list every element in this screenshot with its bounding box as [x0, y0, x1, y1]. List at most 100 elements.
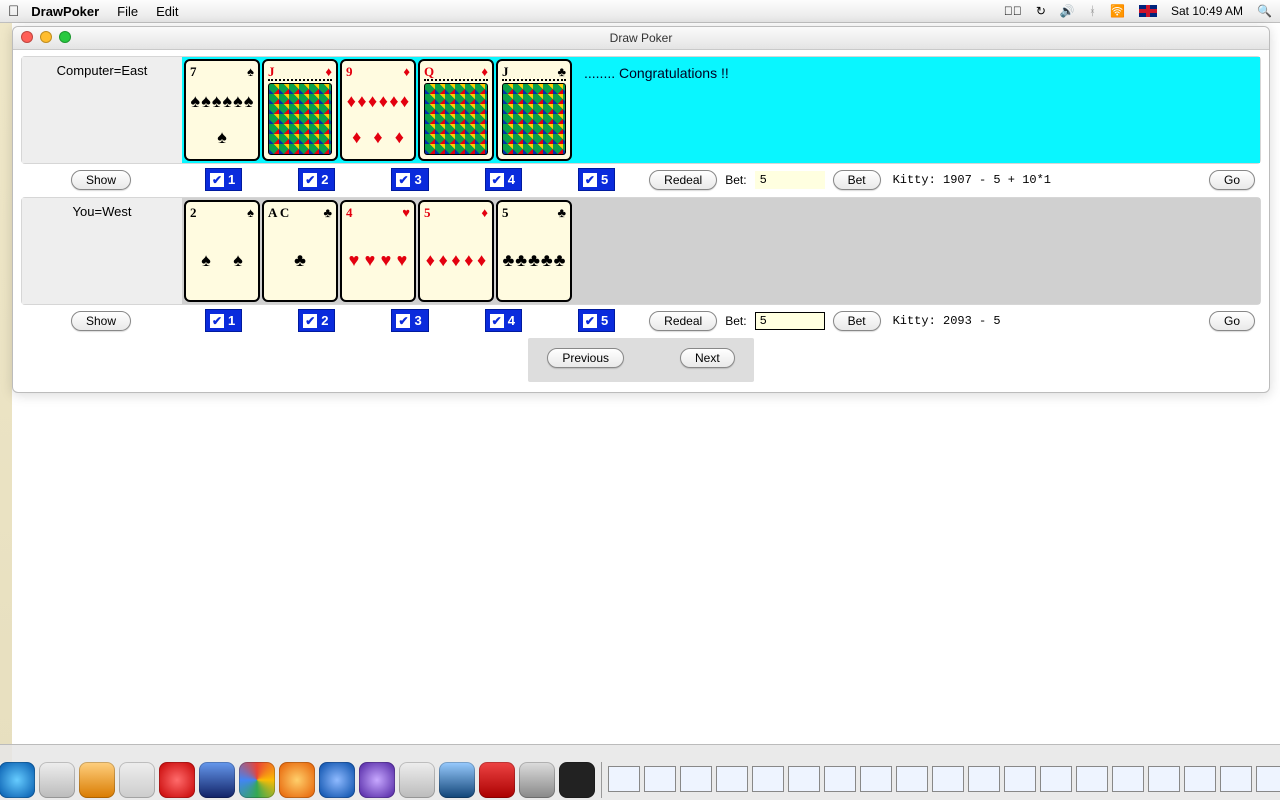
checkbox-icon: ✔ — [490, 173, 504, 187]
edit-menu[interactable]: Edit — [156, 4, 178, 19]
east-card-5[interactable]: J♣ — [496, 59, 572, 161]
dock-minimized-window[interactable] — [716, 766, 748, 792]
east-card-4[interactable]: Q♦ — [418, 59, 494, 161]
desktop-edge — [0, 22, 12, 762]
checkbox-icon: ✔ — [490, 314, 504, 328]
dock-minimized-window[interactable] — [788, 766, 820, 792]
dock-app[interactable] — [359, 762, 395, 798]
dock-app[interactable] — [199, 762, 235, 798]
east-hold-4[interactable]: ✔4 — [485, 168, 522, 191]
dock-minimized-window[interactable] — [608, 766, 640, 792]
west-hold-2[interactable]: ✔2 — [298, 309, 335, 332]
west-hold-3[interactable]: ✔3 — [391, 309, 428, 332]
zoom-icon[interactable] — [59, 31, 71, 43]
dock-minimized-window[interactable] — [680, 766, 712, 792]
west-hold-1[interactable]: ✔1 — [205, 309, 242, 332]
bluetooth-icon[interactable]: ᚼ — [1089, 4, 1096, 18]
mac-menubar:  DrawPoker File Edit ▭⃞ ↻ 🔊 ᚼ 🛜 Sat 10:… — [0, 0, 1280, 23]
dock-minimized-window[interactable] — [1076, 766, 1108, 792]
timemachine-icon[interactable]: ↻ — [1036, 4, 1046, 18]
checkbox-icon: ✔ — [583, 314, 597, 328]
west-kitty: Kitty: 2093 - 5 — [893, 314, 1001, 328]
east-redeal-button[interactable]: Redeal — [649, 170, 717, 190]
dock-minimized-window[interactable] — [1148, 766, 1180, 792]
west-hold-5[interactable]: ✔5 — [578, 309, 615, 332]
dock-minimized-window[interactable] — [1184, 766, 1216, 792]
east-bet-value: 5 — [755, 171, 825, 189]
player-west-label: You=West — [22, 198, 182, 304]
east-card-2[interactable]: J♦ — [262, 59, 338, 161]
app-menu[interactable]: DrawPoker — [31, 4, 99, 19]
previous-button[interactable]: Previous — [547, 348, 624, 368]
east-hold-3[interactable]: ✔3 — [391, 168, 428, 191]
spotlight-icon[interactable]: 🔍 — [1257, 4, 1272, 18]
dock — [0, 744, 1280, 800]
dock-minimized-window[interactable] — [824, 766, 856, 792]
dock-app[interactable] — [519, 762, 555, 798]
dock-minimized-window[interactable] — [860, 766, 892, 792]
checkbox-icon: ✔ — [210, 173, 224, 187]
west-show-button[interactable]: Show — [71, 311, 131, 331]
file-menu[interactable]: File — [117, 4, 138, 19]
nav-bar: Previous Next — [528, 338, 754, 382]
east-show-button[interactable]: Show — [71, 170, 131, 190]
west-go-button[interactable]: Go — [1209, 311, 1255, 331]
east-hold-1[interactable]: ✔1 — [205, 168, 242, 191]
dock-minimized-window[interactable] — [1112, 766, 1144, 792]
minimize-icon[interactable] — [40, 31, 52, 43]
dock-app[interactable] — [279, 762, 315, 798]
west-redeal-button[interactable]: Redeal — [649, 311, 717, 331]
next-button[interactable]: Next — [680, 348, 735, 368]
dock-minimized-window[interactable] — [1040, 766, 1072, 792]
east-go-button[interactable]: Go — [1209, 170, 1255, 190]
west-card-3[interactable]: 4♥♥♥♥♥ — [340, 200, 416, 302]
west-card-1[interactable]: 2♠♠♠ — [184, 200, 260, 302]
west-card-4[interactable]: 5♦♦♦♦♦♦ — [418, 200, 494, 302]
dock-minimized-window[interactable] — [1220, 766, 1252, 792]
dock-app[interactable] — [319, 762, 355, 798]
dock-app[interactable] — [559, 762, 595, 798]
dock-minimized-window[interactable] — [896, 766, 928, 792]
dock-minimized-window[interactable] — [752, 766, 784, 792]
east-controls: Show ✔1✔2✔3✔4✔5 Redeal Bet: 5 Bet Kitty:… — [21, 168, 1261, 191]
volume-icon[interactable]: 🔊 — [1060, 4, 1075, 18]
menubar-clock[interactable]: Sat 10:49 AM — [1171, 4, 1243, 18]
dock-app[interactable] — [119, 762, 155, 798]
window-titlebar[interactable]: Draw Poker — [13, 27, 1269, 50]
west-bet-input[interactable] — [755, 312, 825, 330]
dock-minimized-window[interactable] — [644, 766, 676, 792]
dock-app[interactable] — [479, 762, 515, 798]
east-hold-5[interactable]: ✔5 — [578, 168, 615, 191]
checkbox-icon: ✔ — [583, 173, 597, 187]
west-card-2[interactable]: A C♣♣ — [262, 200, 338, 302]
west-hold-4[interactable]: ✔4 — [485, 309, 522, 332]
dock-app[interactable] — [159, 762, 195, 798]
east-bet-button[interactable]: Bet — [833, 170, 881, 190]
east-card-3[interactable]: 9♦♦♦♦♦♦♦♦♦♦ — [340, 59, 416, 161]
apple-menu-icon[interactable]:  — [8, 3, 19, 20]
wifi-icon[interactable]: 🛜 — [1110, 4, 1125, 18]
west-bet-button[interactable]: Bet — [833, 311, 881, 331]
dock-app[interactable] — [439, 762, 475, 798]
east-hand-area: 7♠♠♠♠♠♠♠♠J♦9♦♦♦♦♦♦♦♦♦♦Q♦J♣ ........ Cong… — [182, 57, 1260, 163]
checkbox-icon: ✔ — [303, 173, 317, 187]
checkbox-icon: ✔ — [210, 314, 224, 328]
dock-minimized-window[interactable] — [1004, 766, 1036, 792]
dock-separator — [601, 762, 602, 798]
dock-app[interactable] — [0, 762, 35, 798]
close-icon[interactable] — [21, 31, 33, 43]
dock-app[interactable] — [39, 762, 75, 798]
player-east-label: Computer=East — [22, 57, 182, 163]
dock-minimized-window[interactable] — [968, 766, 1000, 792]
east-card-1[interactable]: 7♠♠♠♠♠♠♠♠ — [184, 59, 260, 161]
dock-minimized-window[interactable] — [1256, 766, 1280, 792]
west-hand-area: 2♠♠♠A C♣♣4♥♥♥♥♥5♦♦♦♦♦♦5♣♣♣♣♣♣ — [182, 198, 1260, 304]
dock-app[interactable] — [399, 762, 435, 798]
east-hold-2[interactable]: ✔2 — [298, 168, 335, 191]
dock-app[interactable] — [239, 762, 275, 798]
battery-icon[interactable]: ▭⃞ — [1004, 4, 1022, 18]
flag-icon[interactable] — [1139, 5, 1157, 17]
dock-app[interactable] — [79, 762, 115, 798]
dock-minimized-window[interactable] — [932, 766, 964, 792]
west-card-5[interactable]: 5♣♣♣♣♣♣ — [496, 200, 572, 302]
